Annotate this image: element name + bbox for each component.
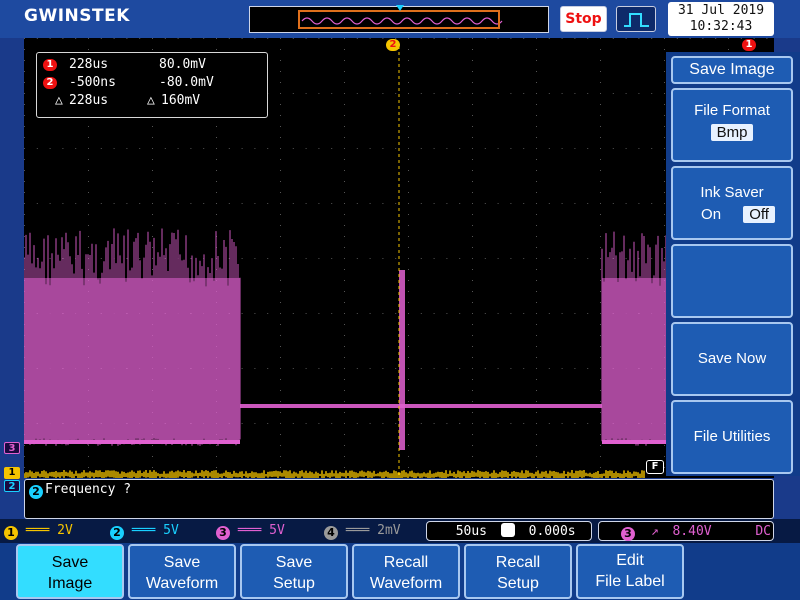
side-menu: Save Image File Format Bmp Ink Saver On …: [666, 52, 800, 476]
bottom-label-line1: Recall: [383, 554, 429, 571]
ink-saver-on: On: [701, 206, 722, 223]
file-utilities-button[interactable]: File Utilities: [671, 400, 793, 474]
dc-coupling-icon: ═══: [237, 523, 270, 538]
rising-edge-icon: ↗: [650, 524, 659, 539]
bottom-label-line2: Image: [47, 575, 93, 592]
cursor-2-marker: 2: [43, 77, 57, 89]
delta-voltage-icon: △: [147, 93, 155, 108]
ch1-status[interactable]: 1 ═══ 2V: [4, 521, 94, 541]
delta-time: 228us: [69, 93, 109, 108]
cursor-delta-row: △ 228us △ 160mV: [43, 92, 261, 110]
message-text: Frequency ?: [45, 482, 132, 497]
ch2-ground-marker[interactable]: 2: [4, 480, 20, 492]
ch3-chip: 3: [216, 526, 230, 540]
file-format-value: Bmp: [710, 124, 754, 141]
ink-saver-off: Off: [743, 206, 775, 223]
delta-voltage: 160mV: [161, 93, 201, 108]
bottom-label-line2: Setup: [497, 575, 539, 592]
horizontal-position-icon: [500, 523, 515, 537]
bottom-label-line1: Save: [163, 554, 201, 571]
ch2-chip: 2: [110, 526, 124, 540]
file-format-button[interactable]: File Format Bmp: [671, 88, 793, 162]
side-menu-title: Save Image: [671, 56, 793, 84]
save-setup-button[interactable]: Save Setup: [240, 544, 348, 599]
trigger-level: 8.40V: [672, 524, 712, 539]
run-stop-button[interactable]: Stop: [560, 6, 607, 32]
date: 31 Jul 2019: [677, 3, 765, 18]
cursor-row-2: 2 -500ns -80.0mV: [43, 74, 261, 92]
overview-trigger-icon: [396, 5, 404, 11]
ch4-scale: 2mV: [377, 523, 401, 538]
pulse-icon: [624, 13, 649, 27]
cursor-2-time: -500ns: [69, 75, 116, 90]
message-marker: 2: [29, 485, 43, 499]
bottom-label-line1: Save: [51, 554, 89, 571]
bottom-label-line2: File Label: [595, 573, 665, 590]
cursor-1-marker: 1: [43, 59, 57, 71]
ch1-chip: 1: [4, 526, 18, 540]
ch3-status[interactable]: 3 ═══ 5V: [216, 521, 316, 541]
dc-coupling-icon: ═══: [131, 523, 164, 538]
bottom-label-line2: Waveform: [145, 575, 219, 592]
status-bar: 1 ═══ 2V 2 ═══ 5V 3 ═══ 5V 4 ═══ 2mV 50u…: [0, 519, 800, 543]
message-line: 2 Frequency ?: [24, 479, 774, 519]
ch2-status[interactable]: 2 ═══ 5V: [110, 521, 210, 541]
cursor-row-1: 1 228us 80.0mV: [43, 56, 261, 74]
cursor-1-voltage: 80.0mV: [159, 57, 206, 72]
save-waveform-button[interactable]: Save Waveform: [128, 544, 236, 599]
cursor-readout: 1 228us 80.0mV 2 -500ns -80.0mV △ 228us …: [36, 52, 268, 118]
timebase: 50us: [455, 524, 487, 539]
save-now-button[interactable]: Save Now: [671, 322, 793, 396]
cursor-2-voltage: -80.0mV: [159, 75, 214, 90]
bottom-label-line2: Waveform: [369, 575, 443, 592]
cursor-2-top-marker[interactable]: 2: [386, 39, 400, 51]
ink-saver-label: Ink Saver: [700, 184, 764, 201]
trigger-status[interactable]: 3 ↗ 8.40V DC: [598, 521, 774, 541]
timebase-status[interactable]: 50us 0.000s: [426, 521, 592, 541]
ch1-ground-marker[interactable]: 1: [4, 467, 20, 479]
ch4-chip: 4: [324, 526, 338, 540]
cursor-1-time: 228us: [69, 57, 109, 72]
side-menu-blank-button[interactable]: [671, 244, 793, 318]
ch1-scale: 2V: [57, 523, 73, 538]
delta-time-icon: △: [55, 93, 63, 108]
bottom-label-line1: Save: [275, 554, 313, 571]
ch4-status[interactable]: 4 ═══ 2mV: [324, 521, 424, 541]
bottom-label-line2: Setup: [273, 575, 315, 592]
file-format-label: File Format: [694, 102, 770, 119]
ch2-scale: 5V: [163, 523, 179, 538]
recall-waveform-button[interactable]: Recall Waveform: [352, 544, 460, 599]
ink-saver-button[interactable]: Ink Saver On Off: [671, 166, 793, 240]
trigger-mode-button[interactable]: [616, 6, 656, 32]
bottom-menu: Save Image Save Waveform Save Setup Reca…: [0, 543, 800, 600]
ch3-ground-marker[interactable]: 3: [4, 442, 20, 454]
ch3-scale: 5V: [269, 523, 285, 538]
date-time-display: 31 Jul 2019 10:32:43: [668, 2, 774, 36]
overview-window: [298, 10, 500, 29]
trigger-coupling: DC: [755, 524, 771, 539]
brand-logo: GWINSTEK: [24, 6, 130, 26]
edit-file-label-button[interactable]: Edit File Label: [576, 544, 684, 599]
waveform-overview: [249, 5, 549, 33]
bottom-label-line1: Edit: [616, 552, 644, 569]
horizontal-position: 0.000s: [528, 524, 576, 539]
dc-coupling-icon: ═══: [345, 523, 378, 538]
dc-coupling-icon: ═══: [25, 523, 58, 538]
right-edge-marker: 1: [742, 39, 756, 51]
save-image-button[interactable]: Save Image: [16, 544, 124, 599]
trigger-source-chip: 3: [621, 527, 635, 541]
bottom-label-line1: Recall: [495, 554, 541, 571]
recall-setup-button[interactable]: Recall Setup: [464, 544, 572, 599]
time: 10:32:43: [689, 19, 753, 34]
math-marker[interactable]: F: [646, 460, 664, 474]
